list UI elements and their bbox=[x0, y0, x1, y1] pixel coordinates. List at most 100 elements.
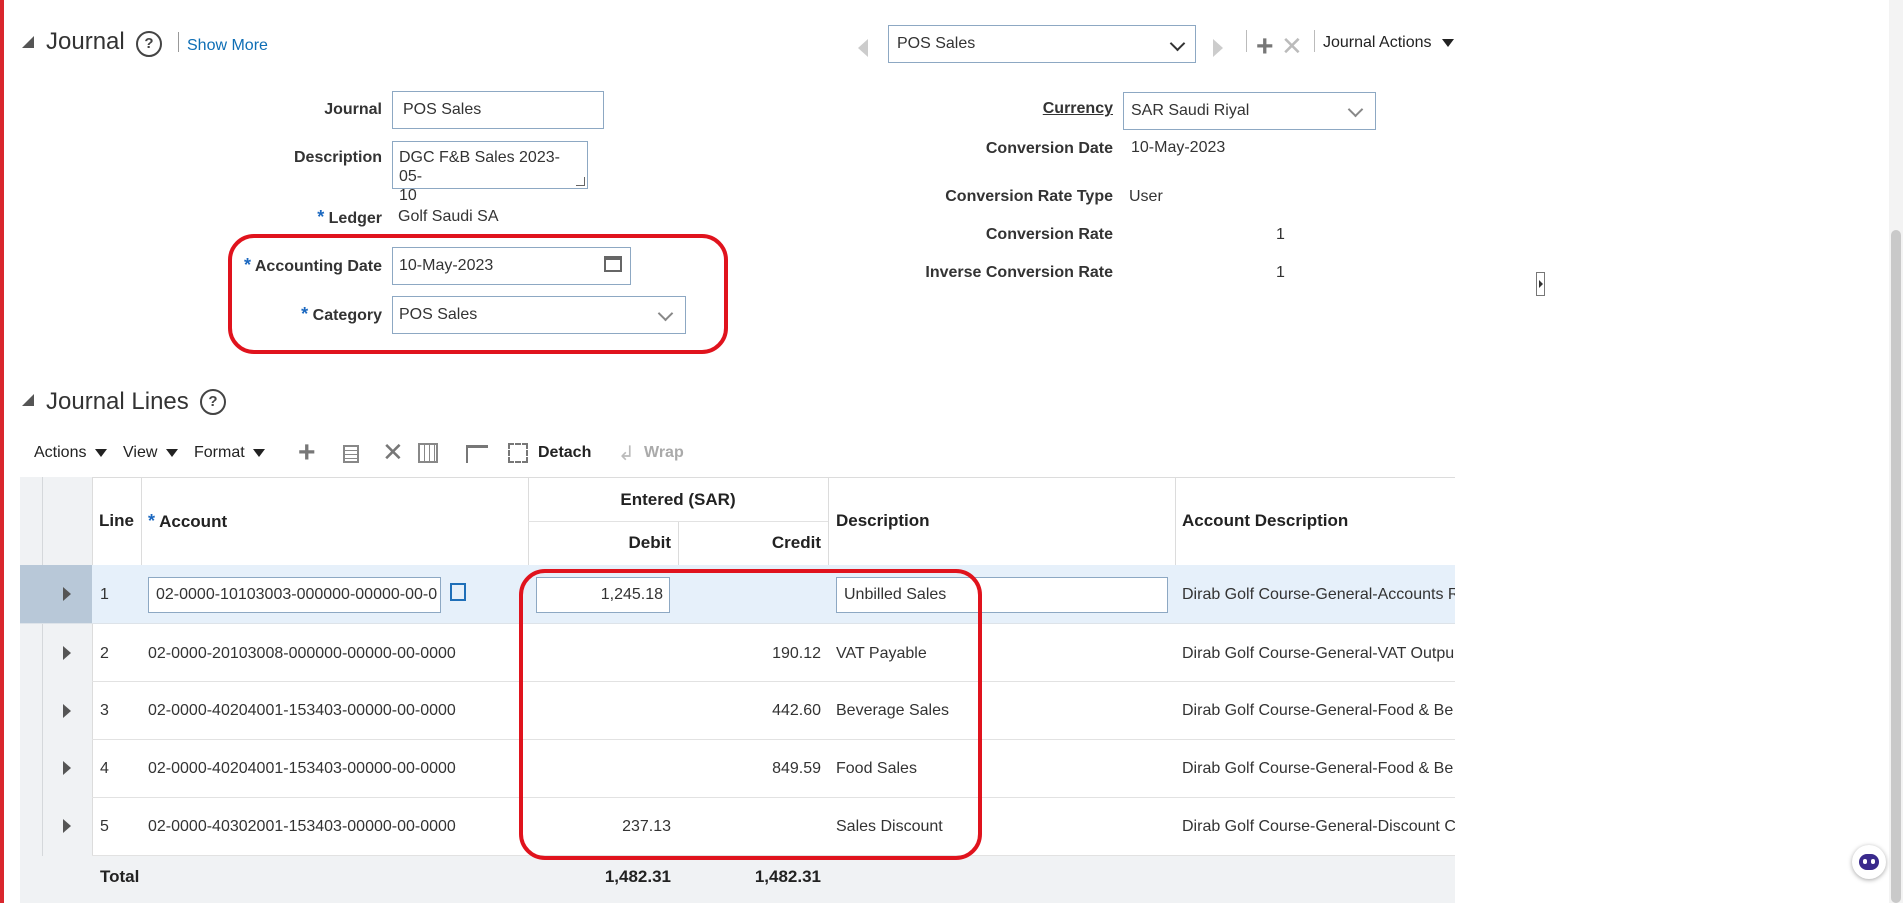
currency-label: Currency bbox=[900, 100, 1113, 118]
total-label: Total bbox=[100, 867, 140, 886]
divider bbox=[178, 32, 179, 52]
journal-actions-menu[interactable]: Journal Actions bbox=[1323, 34, 1454, 52]
cell-account-description: Dirab Golf Course-General-Food & Be bbox=[1182, 702, 1454, 719]
resize-handle-icon[interactable] bbox=[576, 177, 585, 186]
chevron-down-icon bbox=[1347, 101, 1364, 118]
journal-section-title: Journal bbox=[46, 28, 125, 55]
header-account: * Account bbox=[148, 511, 227, 532]
cell-account: 02-0000-40204001-153403-00000-00-0000 bbox=[148, 760, 456, 777]
conversion-date-label: Conversion Date bbox=[985, 140, 1113, 157]
description-textarea[interactable]: DGC F&B Sales 2023-05- 10 bbox=[392, 141, 588, 204]
currency-select[interactable]: SAR Saudi Riyal bbox=[1123, 92, 1376, 130]
cell-account-description: Dirab Golf Course-General-VAT Outpu bbox=[1182, 645, 1455, 662]
chevron-down-icon bbox=[1169, 35, 1186, 52]
add-row-icon[interactable]: + bbox=[298, 438, 316, 468]
wrap-button[interactable]: Wrap bbox=[644, 444, 684, 462]
journal-label: Journal bbox=[324, 101, 382, 118]
journal-lines-title: Journal Lines bbox=[46, 388, 189, 415]
currency-value: SAR Saudi Riyal bbox=[1131, 102, 1250, 119]
conversion-rate-type-label: Conversion Rate Type bbox=[945, 188, 1113, 205]
expand-row-icon[interactable] bbox=[63, 819, 71, 833]
row-selector-column bbox=[20, 477, 92, 903]
expand-row-icon[interactable] bbox=[63, 761, 71, 775]
cell-account: 02-0000-40204001-153403-00000-00-0000 bbox=[148, 702, 456, 719]
journal-collapse-icon[interactable] bbox=[22, 36, 34, 48]
duplicate-row-icon[interactable] bbox=[343, 445, 359, 463]
col-divider bbox=[141, 477, 142, 565]
total-debit: 1,482.31 bbox=[604, 867, 671, 886]
highlight-box-amounts bbox=[519, 569, 982, 860]
inverse-rate-label: Inverse Conversion Rate bbox=[925, 264, 1113, 281]
conversion-rate-type-value: User bbox=[1129, 188, 1163, 205]
ledger-value: Golf Saudi SA bbox=[398, 208, 499, 225]
cell-account: 02-0000-40302001-153403-00000-00-0000 bbox=[148, 818, 456, 835]
cell-line: 2 bbox=[100, 645, 109, 662]
journal-help-icon[interactable]: ? bbox=[136, 31, 162, 57]
ledger-label: * Ledger bbox=[220, 207, 382, 228]
wrap-icon[interactable]: ↲ bbox=[618, 444, 635, 464]
actions-menu[interactable]: Actions bbox=[34, 444, 107, 462]
caret-down-icon bbox=[94, 449, 107, 457]
required-indicator: * bbox=[317, 207, 325, 227]
required-indicator: * bbox=[148, 511, 156, 531]
detach-icon[interactable] bbox=[508, 443, 528, 463]
show-more-link[interactable]: Show More bbox=[187, 37, 268, 55]
conversion-rate-value: 1 bbox=[1276, 226, 1285, 243]
assistant-bot-icon[interactable] bbox=[1852, 845, 1886, 879]
caret-down-icon bbox=[165, 449, 178, 457]
journal-lines-collapse-icon[interactable] bbox=[22, 394, 34, 406]
col-divider bbox=[828, 477, 829, 565]
account-value: 02-0000-10103003-000000-00000-00-0 bbox=[156, 586, 438, 603]
account-input[interactable]: 02-0000-10103003-000000-00000-00-0 bbox=[148, 577, 441, 613]
header-line: Line bbox=[99, 511, 134, 530]
scrollbar-thumb[interactable] bbox=[1891, 230, 1901, 903]
expand-row-icon[interactable] bbox=[63, 704, 71, 718]
expand-panel-icon[interactable] bbox=[1536, 272, 1545, 296]
caret-down-icon bbox=[253, 449, 266, 457]
journal-name-input[interactable]: POS Sales bbox=[392, 91, 604, 129]
header-entered: Entered (SAR) bbox=[620, 490, 736, 509]
currency-label-text: Currency bbox=[1042, 100, 1113, 117]
detach-button[interactable]: Detach bbox=[538, 444, 591, 462]
highlight-box-date-category bbox=[228, 234, 728, 354]
format-menu-label: Format bbox=[194, 444, 245, 461]
total-credit: 1,482.31 bbox=[754, 867, 821, 886]
divider bbox=[1246, 30, 1247, 52]
cell-account-description: Dirab Golf Course-General-Food & Be bbox=[1182, 760, 1454, 777]
cell-line: 3 bbox=[100, 702, 109, 719]
cell-line: 4 bbox=[100, 760, 109, 777]
actions-menu-label: Actions bbox=[34, 444, 87, 461]
expand-row-icon[interactable] bbox=[63, 587, 71, 601]
previous-record-icon[interactable] bbox=[858, 39, 868, 57]
journal-actions-label: Journal Actions bbox=[1323, 34, 1432, 51]
format-menu[interactable]: Format bbox=[194, 444, 266, 462]
expand-row-icon[interactable] bbox=[63, 646, 71, 660]
journal-navigation-select[interactable]: POS Sales bbox=[888, 25, 1196, 63]
cell-account-description: Dirab Golf Course-General-Accounts R bbox=[1182, 586, 1455, 603]
view-menu[interactable]: View bbox=[123, 444, 178, 462]
row-divider bbox=[528, 521, 828, 522]
journal-navigation-value: POS Sales bbox=[897, 35, 976, 52]
cell-line: 5 bbox=[100, 818, 109, 835]
header-credit: Credit bbox=[771, 533, 821, 552]
header-description: Description bbox=[836, 511, 930, 530]
grid-settings-icon[interactable] bbox=[418, 443, 438, 463]
delete-row-icon[interactable]: ✕ bbox=[382, 439, 404, 465]
inverse-rate-value: 1 bbox=[1276, 264, 1285, 281]
conversion-rate-label: Conversion Rate bbox=[985, 226, 1113, 243]
header-debit: Debit bbox=[628, 533, 672, 552]
description-label: Description bbox=[293, 149, 382, 166]
left-edge-bar bbox=[0, 0, 4, 903]
add-journal-icon[interactable]: + bbox=[1256, 32, 1274, 62]
journal-lines-help-icon[interactable]: ? bbox=[200, 389, 226, 415]
cell-account-description: Dirab Golf Course-General-Discount C bbox=[1182, 818, 1455, 835]
ledger-label-text: Ledger bbox=[328, 210, 382, 227]
query-by-example-icon[interactable] bbox=[466, 445, 488, 463]
view-menu-label: View bbox=[123, 444, 158, 461]
next-record-icon[interactable] bbox=[1213, 39, 1223, 57]
account-search-icon[interactable] bbox=[450, 583, 466, 601]
col-divider bbox=[1175, 477, 1176, 565]
row-selector-selected[interactable] bbox=[20, 565, 92, 623]
header-account-description: Account Description bbox=[1182, 511, 1349, 530]
delete-journal-icon[interactable]: ✕ bbox=[1281, 33, 1303, 59]
